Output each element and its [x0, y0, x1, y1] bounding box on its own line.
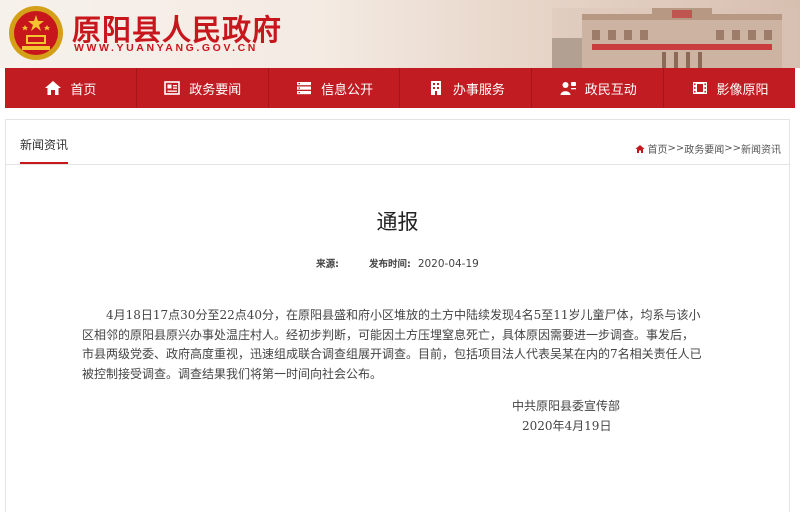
- article-time: 发布时间: 2020-04-19: [369, 256, 479, 270]
- nav-item-info-disclosure[interactable]: 信息公开: [269, 68, 401, 108]
- article-meta: 来源: 发布时间: 2020-04-19: [6, 256, 789, 270]
- time-value: 2020-04-19: [417, 258, 479, 270]
- nav-item-label: 政民互动: [584, 82, 637, 98]
- breadcrumb-separator: >>: [724, 143, 741, 154]
- signature-org: 中共原阳县委宣传部: [512, 399, 621, 413]
- home-icon: [635, 144, 645, 153]
- home-icon: [45, 81, 62, 95]
- nav-item-services[interactable]: 办事服务: [400, 68, 533, 108]
- nav-item-interaction[interactable]: 政民互动: [532, 68, 665, 108]
- article-panel: 新闻资讯 首页 >> 政务要闻 >> 新闻资讯 通报 来源: 发布时间: 202…: [5, 119, 790, 512]
- nav-item-label: 信息公开: [321, 82, 374, 98]
- breadcrumb-home[interactable]: 首页: [647, 141, 667, 156]
- newspaper-icon: [164, 81, 181, 95]
- breadcrumb: 首页 >> 政务要闻 >> 新闻资讯: [635, 141, 781, 156]
- source-label: 来源:: [316, 259, 339, 270]
- tab-news[interactable]: 新闻资讯: [20, 136, 69, 164]
- database-icon: [297, 82, 312, 95]
- article-body: 4月18日17点30分至22点40分，在原阳县盛和府小区堆放的土方中陆续发现4名…: [82, 308, 702, 381]
- section-tabbar: 新闻资讯 首页 >> 政务要闻 >> 新闻资讯: [6, 120, 789, 165]
- government-building-image: [552, 8, 800, 68]
- article-source: 来源:: [316, 256, 343, 270]
- time-label: 发布时间:: [368, 259, 411, 270]
- breadcrumb-separator: >>: [667, 143, 685, 154]
- signature-date: 2020年4月19日: [522, 419, 612, 433]
- nav-item-home[interactable]: 首页: [5, 68, 137, 108]
- nav-item-label: 办事服务: [452, 82, 505, 98]
- nav-item-label: 政务要闻: [189, 82, 242, 98]
- article-title: 通报: [376, 210, 419, 234]
- national-emblem-icon: [9, 6, 63, 60]
- breadcrumb-section[interactable]: 政务要闻: [684, 141, 724, 156]
- breadcrumb-current[interactable]: 新闻资讯: [741, 141, 781, 156]
- nav-item-label: 首页: [70, 82, 97, 98]
- site-banner: 原阳县人民政府 WWW.YUANYANG.GOV.CN: [0, 0, 800, 68]
- site-url: WWW.YUANYANG.GOV.CN: [74, 42, 258, 54]
- user-chat-icon: [560, 82, 576, 95]
- nav-item-government-news[interactable]: 政务要闻: [137, 68, 269, 108]
- building-icon: [430, 81, 441, 95]
- main-nav: 首页 政务要闻 信息公开 办事服务 政民互动 影像原阳: [5, 68, 795, 108]
- article-signature: 中共原阳县委宣传部 2020年4月19日: [512, 396, 620, 436]
- film-icon: [692, 82, 707, 94]
- nav-item-label: 影像原阳: [716, 82, 769, 98]
- nav-item-gallery[interactable]: 影像原阳: [664, 68, 795, 108]
